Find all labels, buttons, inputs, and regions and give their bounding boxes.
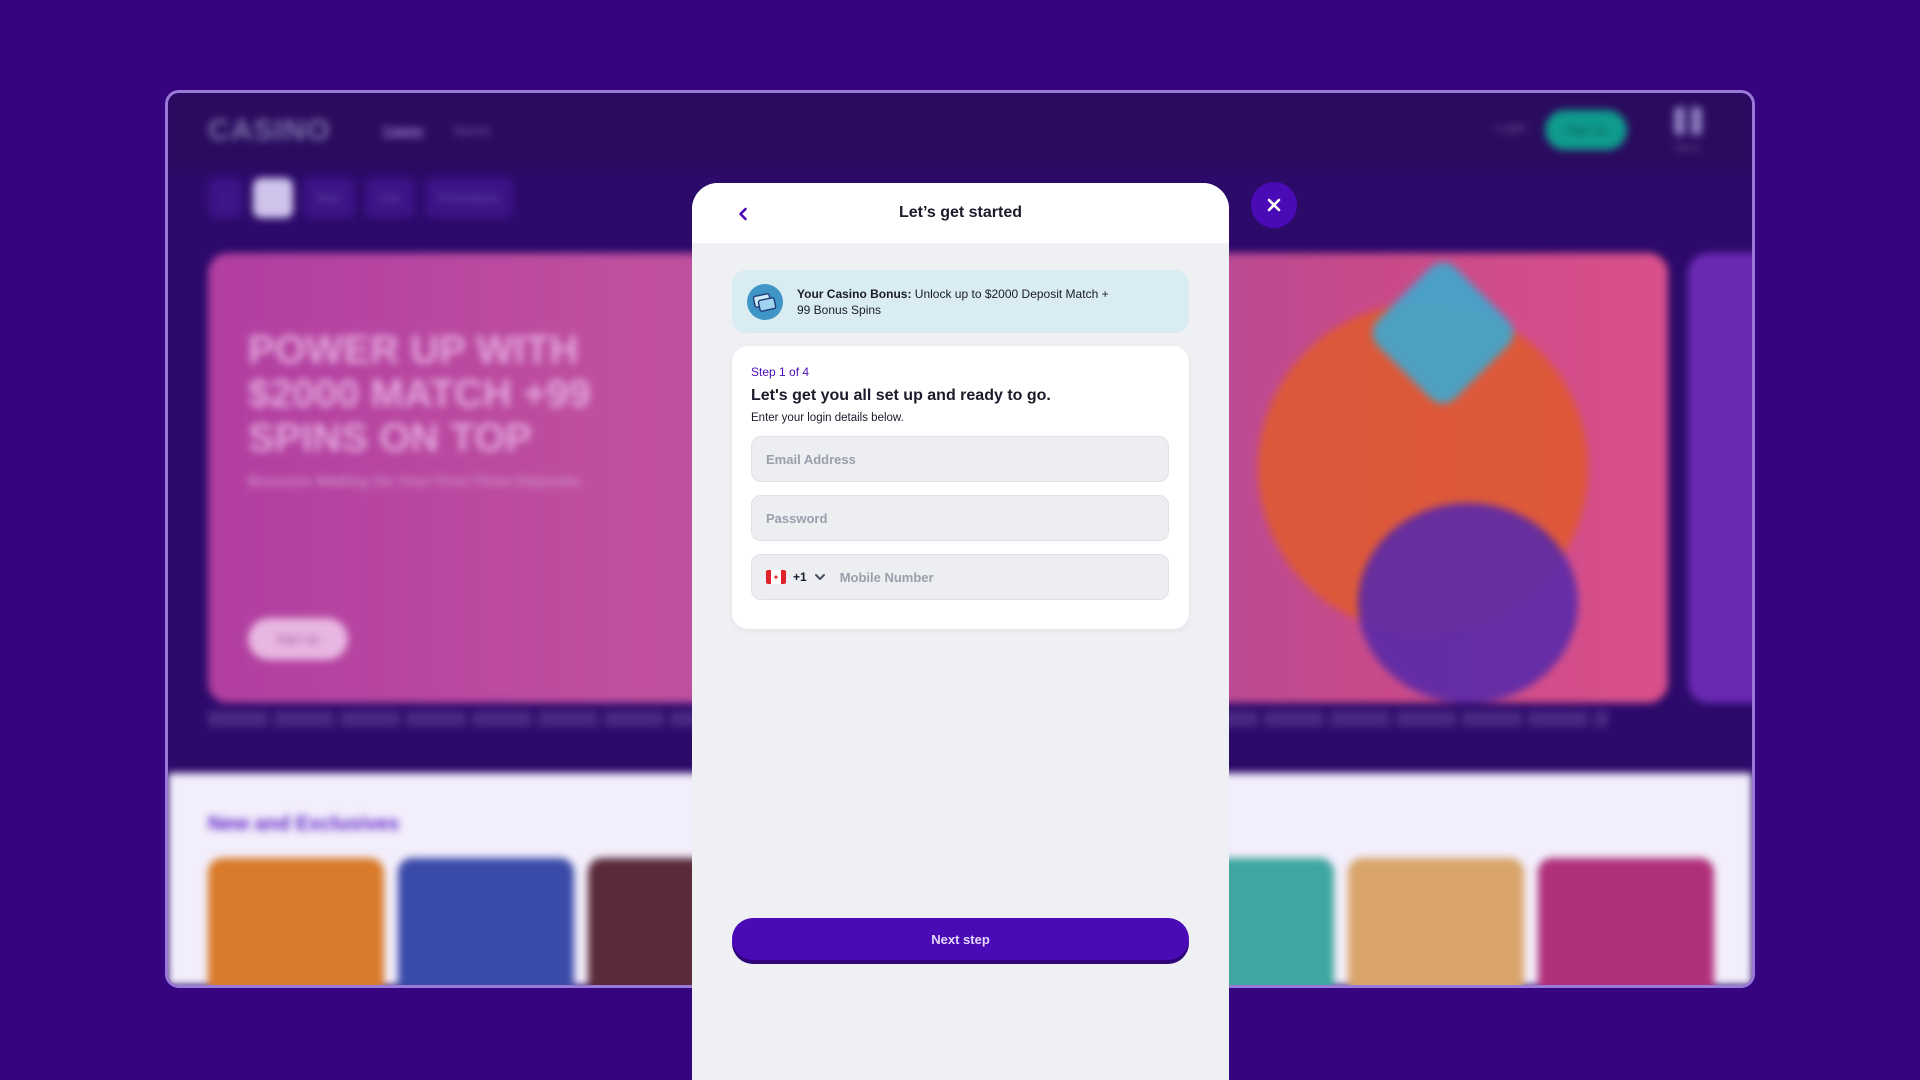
- chevron-down-icon: [814, 574, 825, 580]
- bg-game-tile: [398, 858, 574, 985]
- modal-header: Let’s get started: [692, 183, 1229, 243]
- bg-nav-sports: Sports: [453, 123, 491, 138]
- bg-hero-button: Sign Up: [248, 618, 348, 660]
- mobile-input[interactable]: [839, 569, 1154, 585]
- bg-hero-art-ring: [1358, 503, 1578, 703]
- signup-modal: Let’s get started Your Casino Bonus: Unl…: [692, 183, 1229, 1080]
- bg-section-title: New and Exclusives: [208, 813, 400, 835]
- mobile-field[interactable]: ✦ +1: [751, 554, 1169, 600]
- bg-search-icon: ⌕: [208, 178, 243, 218]
- bg-signup-button: Sign up: [1545, 110, 1627, 150]
- bg-game-tile: [208, 858, 384, 985]
- next-step-button[interactable]: Next step: [732, 918, 1189, 960]
- bonus-label: Your Casino Bonus:: [797, 286, 912, 301]
- email-input[interactable]: [766, 451, 1154, 467]
- dial-code: +1: [793, 570, 807, 584]
- close-button[interactable]: [1251, 182, 1297, 228]
- country-code-select[interactable]: ✦ +1: [766, 570, 826, 584]
- back-chevron-icon: [739, 207, 747, 221]
- bg-menu-icon: [1674, 107, 1702, 135]
- bg-logo: CASINO: [208, 113, 331, 147]
- bonus-text: Your Casino Bonus: Unlock up to $2000 De…: [797, 286, 1117, 318]
- modal-title: Let’s get started: [899, 204, 1022, 221]
- bg-game-tile: [1538, 858, 1714, 985]
- bg-home-icon: [252, 178, 293, 218]
- signup-form-card: Step 1 of 4 Let's get you all set up and…: [732, 346, 1189, 629]
- bg-subnav-new: New: [302, 178, 355, 218]
- bonus-tickets-icon: [747, 283, 783, 320]
- back-button[interactable]: [732, 203, 754, 225]
- form-subheading: Enter your login details below.: [751, 412, 904, 424]
- bg-hero-title: POWER UP WITH $2000 MATCH +99 SPINS ON T…: [248, 328, 591, 460]
- bg-hero-subtitle: Bonuses Waiting On Your First Three Depo…: [248, 473, 581, 490]
- bg-subnav: ⌕ New Live Promotions: [208, 178, 514, 218]
- password-input[interactable]: [766, 510, 1154, 526]
- bg-next-banner: [1688, 253, 1752, 703]
- bg-nav: Casino Sports: [383, 123, 491, 138]
- bg-subnav-live: Live: [364, 178, 415, 218]
- password-field[interactable]: [751, 495, 1169, 541]
- step-indicator: Step 1 of 4: [751, 365, 810, 379]
- bg-subnav-promotions: Promotions: [424, 178, 514, 218]
- close-icon: [1267, 198, 1281, 212]
- bonus-banner: Your Casino Bonus: Unlock up to $2000 De…: [732, 270, 1189, 333]
- form-heading: Let's get you all set up and ready to go…: [751, 387, 1051, 404]
- bg-header: CASINO Casino Sports Login Sign up Menu: [168, 93, 1752, 168]
- bg-login-link: Login: [1495, 120, 1527, 135]
- email-field[interactable]: [751, 436, 1169, 482]
- canada-flag-icon: ✦: [766, 570, 786, 584]
- bg-nav-casino: Casino: [382, 123, 424, 138]
- bg-game-tile: [1348, 858, 1524, 985]
- bg-menu-label: Menu: [1674, 143, 1700, 154]
